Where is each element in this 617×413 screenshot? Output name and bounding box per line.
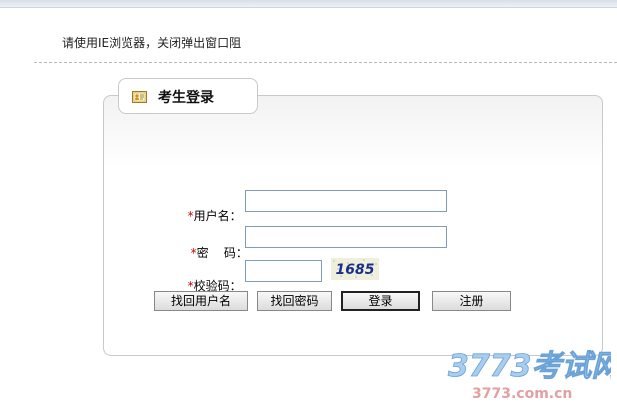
captcha-image[interactable]: 1685	[331, 258, 379, 280]
username-label: 用户名：	[193, 209, 242, 223]
retrieve-username-button[interactable]: 找回用户名	[154, 291, 248, 311]
captcha-code: 1685	[336, 262, 375, 278]
register-button[interactable]: 注册	[432, 291, 511, 311]
password-label: 密 码：	[196, 246, 248, 260]
certificate-icon	[132, 89, 147, 103]
captcha-input[interactable]	[245, 260, 322, 282]
watermark-domain: 3773.com.cn	[472, 386, 572, 402]
login-button[interactable]: 登录	[341, 291, 420, 311]
site-watermark-logo: 3773考试网 3773.com.cn	[448, 349, 611, 402]
panel-title: 考生登录	[158, 90, 214, 106]
watermark-brand: 3773考试网	[448, 349, 611, 384]
password-input[interactable]	[245, 226, 447, 248]
dashed-divider	[34, 62, 617, 63]
username-label-row: *用户名：	[180, 193, 242, 224]
password-label-row: *密 码：	[183, 230, 248, 261]
browser-notice: 请使用IE浏览器，关闭弹出窗口阻	[62, 36, 242, 50]
login-panel-tab: 考生登录	[118, 78, 258, 114]
captcha-label-row: *校验码：	[180, 263, 242, 294]
username-input[interactable]	[245, 190, 447, 212]
retrieve-password-button[interactable]: 找回密码	[257, 291, 332, 311]
top-bar	[0, 0, 617, 8]
